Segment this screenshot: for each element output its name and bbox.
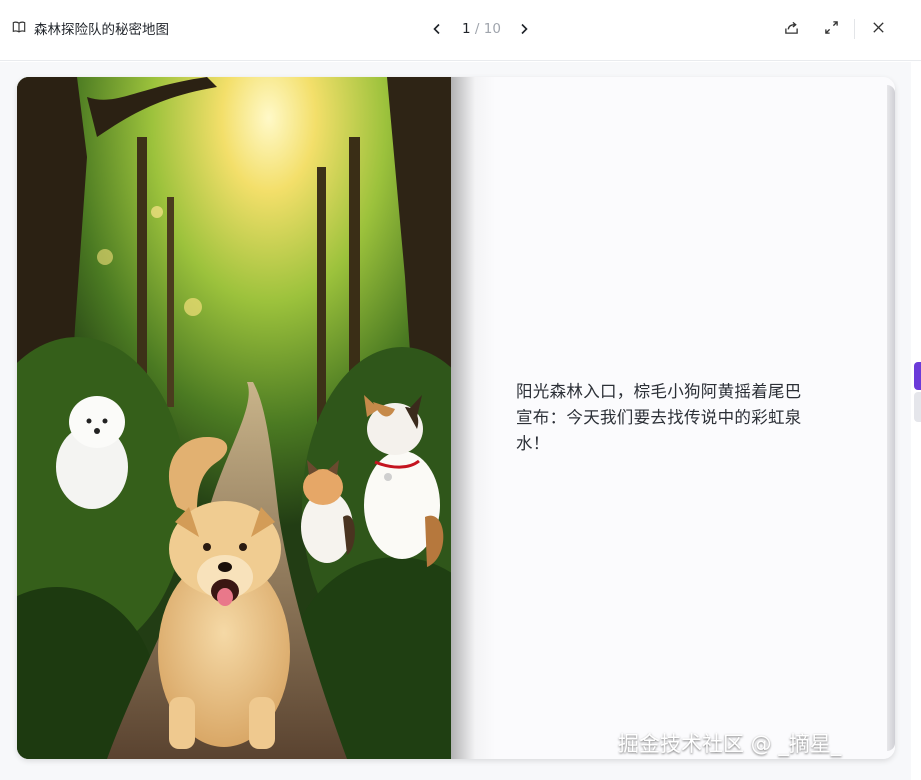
- book-open-icon: [12, 19, 26, 38]
- fullscreen-button[interactable]: [818, 16, 844, 42]
- forest-path-with-dog-and-cats-illustration: [17, 77, 451, 759]
- picture-book-spread: 阳光森林入口，棕毛小狗阿黄摇着尾巴宣布：今天我们要去找传说中的彩虹泉水！: [17, 77, 895, 759]
- page-indicator: 1 / 10: [462, 21, 501, 37]
- chevron-right-icon: [519, 20, 529, 39]
- text-page: 阳光森林入口，棕毛小狗阿黄摇着尾巴宣布：今天我们要去找传说中的彩虹泉水！: [451, 77, 895, 759]
- total-page-number: 10: [483, 21, 501, 37]
- watermark: 掘金技术社区 @ _摘星_: [618, 732, 842, 756]
- page-separator: /: [474, 21, 480, 37]
- share-button[interactable]: [778, 16, 804, 42]
- current-page-number: 1: [462, 21, 471, 37]
- next-page-button[interactable]: [513, 16, 535, 42]
- book-title: 森林探险队的秘密地图: [34, 22, 169, 38]
- close-button[interactable]: [865, 16, 891, 42]
- page-pager: 1 / 10: [426, 16, 535, 42]
- page-spine-shadow: [451, 77, 495, 759]
- book-title-group: 森林探险队的秘密地图: [12, 18, 169, 38]
- toolbar-actions: [778, 16, 891, 42]
- fullscreen-icon: [824, 20, 839, 39]
- prev-page-button[interactable]: [426, 16, 448, 42]
- illustration-page: [17, 77, 451, 759]
- side-panel-tab-secondary[interactable]: [914, 392, 921, 422]
- story-text: 阳光森林入口，棕毛小狗阿黄摇着尾巴宣布：今天我们要去找传说中的彩虹泉水！: [516, 382, 802, 453]
- side-panel-tab[interactable]: [914, 362, 921, 390]
- toolbar-divider: [854, 19, 855, 39]
- chevron-left-icon: [432, 20, 442, 39]
- viewer-toolbar: 森林探险队的秘密地图 1 / 10: [0, 0, 921, 61]
- page-edge: [887, 85, 895, 751]
- close-icon: [871, 20, 886, 39]
- share-icon: [784, 20, 799, 39]
